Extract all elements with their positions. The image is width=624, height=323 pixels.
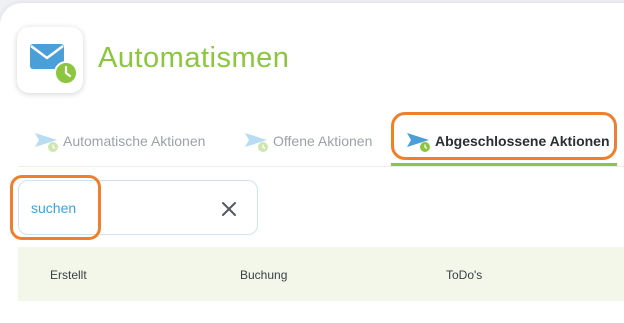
search-input[interactable]: suchen xyxy=(18,180,258,235)
tab-automatische-aktionen[interactable]: Automatische Aktionen xyxy=(32,117,205,165)
paper-plane-clock-icon xyxy=(35,133,58,152)
active-tab-indicator xyxy=(391,163,617,166)
page-title: Automatismen xyxy=(98,42,290,74)
tab-label: Automatische Aktionen xyxy=(63,133,206,149)
table-header: Erstellt Buchung ToDo's xyxy=(18,247,624,301)
app-icon xyxy=(17,27,83,93)
mail-clock-icon xyxy=(30,44,78,85)
paper-plane-clock-icon xyxy=(245,133,268,152)
close-icon[interactable] xyxy=(219,199,239,219)
tab-bar: Automatische Aktionen Offene Aktionen Ab… xyxy=(18,117,624,167)
tab-label: Abgeschlossene Aktionen xyxy=(435,133,610,149)
column-header-todos[interactable]: ToDo's xyxy=(446,268,482,282)
column-header-erstellt[interactable]: Erstellt xyxy=(50,268,87,282)
paper-plane-clock-icon xyxy=(407,133,430,152)
tab-abgeschlossene-aktionen[interactable]: Abgeschlossene Aktionen xyxy=(404,117,610,165)
tab-label: Offene Aktionen xyxy=(273,133,373,149)
column-header-buchung[interactable]: Buchung xyxy=(240,268,287,282)
search-value: suchen xyxy=(31,200,77,216)
tab-divider xyxy=(18,166,624,167)
tab-offene-aktionen[interactable]: Offene Aktionen xyxy=(242,117,372,165)
